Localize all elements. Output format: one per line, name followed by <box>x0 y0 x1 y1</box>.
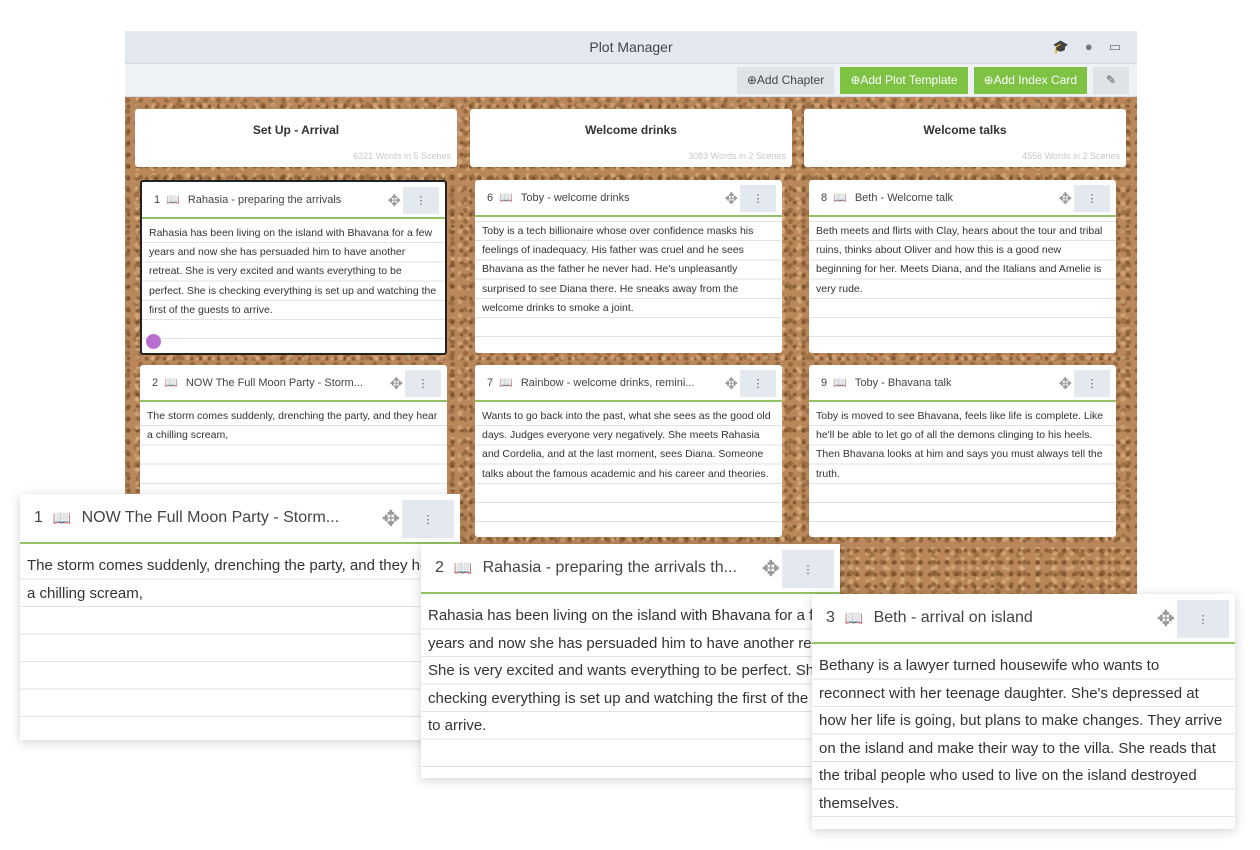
card-header: 7 📖 Rainbow - welcome drinks, remini... … <box>475 365 782 402</box>
book-icon[interactable]: 📖 <box>166 193 180 206</box>
toolbar: ⊕Add Chapter ⊕Add Plot Template ⊕Add Ind… <box>125 64 1137 97</box>
kebab-menu-icon[interactable]: ⋮ <box>405 370 441 397</box>
card-text-line-wrap: Rahasia has been living on the island wi… <box>428 607 840 734</box>
monitor-icon[interactable]: ▭ <box>1109 39 1121 55</box>
card-number: 2 <box>435 559 444 576</box>
add-index-card-button[interactable]: ⊕Add Index Card <box>973 66 1087 94</box>
index-card[interactable]: 2 📖 NOW The Full Moon Party - Storm... ✥… <box>140 365 447 505</box>
card-number: 9 <box>821 376 828 389</box>
zoomed-index-card[interactable]: 1 📖 NOW The Full Moon Party - Storm... ✥… <box>20 494 460 740</box>
kebab-menu-icon[interactable]: ⋮ <box>403 187 439 214</box>
book-icon[interactable]: 📖 <box>164 376 178 389</box>
card-title: NOW The Full Moon Party - Storm... <box>81 509 340 526</box>
card-header: 6 📖 Toby - welcome drinks ✥ ⋮ <box>475 180 782 217</box>
book-icon[interactable]: 📖 <box>499 376 513 389</box>
book-icon[interactable]: 📖 <box>53 509 72 527</box>
card-text[interactable]: The storm comes suddenly, drenching the … <box>140 402 447 505</box>
chapter-title: Welcome drinks <box>585 123 677 137</box>
chapter-header[interactable]: Welcome drinks 3083 Words in 2 Scenes <box>470 109 792 167</box>
window-title: Plot Manager <box>589 39 673 55</box>
info-icon[interactable]: ● <box>1085 39 1093 55</box>
move-icon[interactable]: ✥ <box>725 189 738 209</box>
zoomed-index-card[interactable]: 2 📖 Rahasia - preparing the arrivals th.… <box>421 544 840 778</box>
book-icon[interactable]: 📖 <box>454 559 473 577</box>
move-icon[interactable]: ✥ <box>762 556 780 582</box>
card-number: 8 <box>821 191 828 204</box>
title-bar: Plot Manager 🎓 ● ▭ <box>125 31 1137 64</box>
graduation-cap-icon[interactable]: 🎓 <box>1053 39 1069 55</box>
index-card[interactable]: 8 📖 Beth - Welcome talk ✥ ⋮ Beth meets a… <box>809 180 1116 353</box>
book-icon[interactable]: 📖 <box>499 191 513 204</box>
card-number: 1 <box>154 193 161 206</box>
card-number: 3 <box>826 609 835 626</box>
title-bar-icons: 🎓 ● ▭ <box>1053 39 1121 55</box>
add-chapter-button[interactable]: ⊕Add Chapter <box>736 66 835 94</box>
kebab-menu-icon[interactable]: ⋮ <box>1177 600 1229 638</box>
chapter-title: Welcome talks <box>923 123 1007 137</box>
card-number: 2 <box>152 376 159 389</box>
move-icon[interactable]: ✥ <box>1059 374 1072 394</box>
book-icon[interactable]: 📖 <box>845 609 864 627</box>
card-header: 2 📖 NOW The Full Moon Party - Storm... ✥… <box>140 365 447 402</box>
card-text[interactable]: Toby is a tech billionaire whose over co… <box>475 217 782 353</box>
book-icon[interactable]: 📖 <box>833 376 847 389</box>
card-text[interactable]: Beth meets and flirts with Clay, hears a… <box>809 217 1116 353</box>
card-text[interactable]: Rahasia has been living on the island wi… <box>142 219 445 353</box>
card-title: Rainbow - welcome drinks, remini... <box>520 376 695 389</box>
status-dot <box>146 334 161 349</box>
card-title: Rahasia - preparing the arrivals th... <box>482 559 737 576</box>
move-icon[interactable]: ✥ <box>1059 189 1072 209</box>
book-icon[interactable]: 📖 <box>833 191 847 204</box>
paperclip-icon[interactable]: ✎ <box>1093 66 1129 94</box>
kebab-menu-icon[interactable]: ⋮ <box>782 550 834 588</box>
kebab-menu-icon[interactable]: ⋮ <box>1074 370 1110 397</box>
card-text[interactable]: Rahasia has been living on the island wi… <box>421 594 840 778</box>
move-icon[interactable]: ✥ <box>390 374 403 394</box>
card-number: 1 <box>34 509 43 526</box>
card-text[interactable]: Bethany is a lawyer turned housewife who… <box>812 644 1235 829</box>
kebab-menu-icon[interactable]: ⋮ <box>740 370 776 397</box>
chapter-word-count: 6321 Words in 5 Scenes <box>353 151 451 161</box>
card-header: 9 📖 Toby - Bhavana talk ✥ ⋮ <box>809 365 1116 402</box>
add-plot-template-button[interactable]: ⊕Add Plot Template <box>840 66 968 94</box>
chapter-word-count: 3083 Words in 2 Scenes <box>688 151 786 161</box>
index-card[interactable]: 9 📖 Toby - Bhavana talk ✥ ⋮ Toby is move… <box>809 365 1116 537</box>
move-icon[interactable]: ✥ <box>382 506 400 532</box>
kebab-menu-icon[interactable]: ⋮ <box>1074 185 1110 212</box>
card-number: 6 <box>487 191 494 204</box>
card-text[interactable]: The storm comes suddenly, drenching the … <box>20 544 460 740</box>
chapter-header[interactable]: Welcome talks 4556 Words in 2 Scenes <box>804 109 1126 167</box>
index-card[interactable]: 1 📖 Rahasia - preparing the arrivals ✥ ⋮… <box>140 180 447 355</box>
card-number: 7 <box>487 376 494 389</box>
card-title: Toby - welcome drinks <box>520 191 630 204</box>
move-icon[interactable]: ✥ <box>725 374 738 394</box>
chapter-header[interactable]: Set Up - Arrival 6321 Words in 5 Scenes <box>135 109 457 167</box>
card-title: Beth - arrival on island <box>873 609 1033 626</box>
card-header: 1 📖 NOW The Full Moon Party - Storm... ✥… <box>20 494 460 544</box>
kebab-menu-icon[interactable]: ⋮ <box>740 185 776 212</box>
card-title: Toby - Bhavana talk <box>854 376 952 389</box>
card-title: NOW The Full Moon Party - Storm... <box>185 376 363 389</box>
card-header: 3 📖 Beth - arrival on island ✥ ⋮ <box>812 594 1235 644</box>
index-card[interactable]: 6 📖 Toby - welcome drinks ✥ ⋮ Toby is a … <box>475 180 782 353</box>
card-title: Beth - Welcome talk <box>854 191 954 204</box>
card-title: Rahasia - preparing the arrivals <box>187 193 342 206</box>
card-header: 8 📖 Beth - Welcome talk ✥ ⋮ <box>809 180 1116 217</box>
move-icon[interactable]: ✥ <box>388 191 401 211</box>
card-text[interactable]: Wants to go back into the past, what she… <box>475 402 782 537</box>
card-header: 2 📖 Rahasia - preparing the arrivals th.… <box>421 544 840 594</box>
card-header: 1 📖 Rahasia - preparing the arrivals ✥ ⋮ <box>142 182 445 219</box>
kebab-menu-icon[interactable]: ⋮ <box>402 500 454 538</box>
zoomed-index-card[interactable]: 3 📖 Beth - arrival on island ✥ ⋮ Bethany… <box>812 594 1235 829</box>
card-text[interactable]: Toby is moved to see Bhavana, feels like… <box>809 402 1116 537</box>
chapter-word-count: 4556 Words in 2 Scenes <box>1022 151 1120 161</box>
move-icon[interactable]: ✥ <box>1157 606 1175 632</box>
index-card[interactable]: 7 📖 Rainbow - welcome drinks, remini... … <box>475 365 782 537</box>
chapter-title: Set Up - Arrival <box>252 123 340 137</box>
